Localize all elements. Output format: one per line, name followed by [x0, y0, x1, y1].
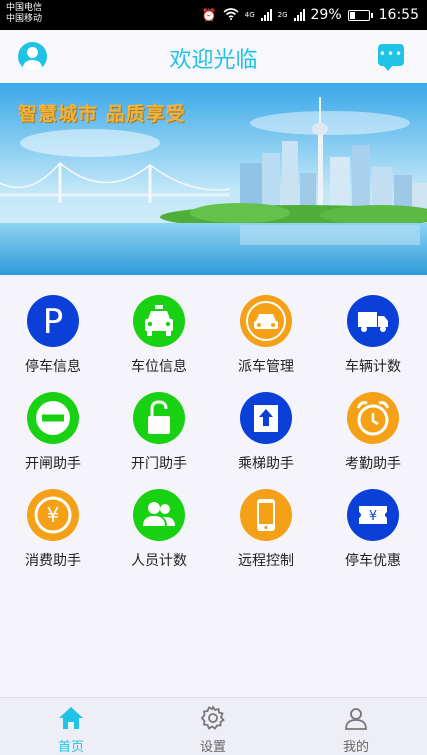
carrier-2: 中国移动 [6, 14, 43, 24]
wifi-icon [223, 7, 239, 23]
elevator-up-icon [240, 392, 292, 444]
grid-item-dispatch[interactable]: 派车管理 [213, 285, 319, 380]
grid-item-parking-info[interactable]: P 停车信息 [0, 285, 106, 380]
signal-icon-2 [293, 9, 305, 21]
status-indicators: ⏰ 4G 2G 29% 16:55 [202, 0, 419, 30]
nav-item-profile[interactable]: 我的 [285, 698, 427, 755]
city-banner[interactable]: 智慧城市 品质享受 [0, 83, 427, 275]
user-profile-icon [342, 704, 370, 732]
clock-time: 16:55 [378, 7, 419, 23]
grid-label: 停车信息 [25, 359, 81, 375]
nav-label: 首页 [57, 740, 84, 755]
svg-text:P: P [43, 302, 64, 342]
grid-item-space-info[interactable]: 车位信息 [106, 285, 212, 380]
carrier-info: 中国电信 中国移动 [6, 3, 42, 25]
nav-item-settings[interactable]: 设置 [142, 698, 284, 755]
taxi-icon [133, 295, 185, 347]
grid-label: 车位信息 [131, 359, 187, 375]
padlock-icon [133, 392, 185, 444]
yuan-coin-icon: ¥ [27, 489, 79, 541]
grid-item-elevator-assistant[interactable]: 乘梯助手 [213, 382, 319, 477]
battery-icon [347, 9, 373, 21]
grid-item-gate-assistant[interactable]: 开闸助手 [0, 382, 106, 477]
battery-percent: 29% [310, 7, 342, 23]
svg-text:¥: ¥ [47, 503, 60, 527]
grid-item-parking-discount[interactable]: ¥ 停车优惠 [320, 479, 426, 574]
grid-label: 开闸助手 [25, 456, 81, 472]
home-icon [57, 704, 85, 732]
parking-icon: P [27, 295, 79, 347]
banner-caption: 智慧城市 品质享受 [18, 103, 186, 125]
grid-label: 消费助手 [25, 553, 81, 569]
alarm-icon: ⏰ [201, 8, 217, 22]
status-bar: 中国电信 中国移动 ⏰ 4G 2G 29% 16:55 [0, 0, 427, 30]
settings-gear-icon [199, 704, 227, 732]
grid-item-vehicle-count[interactable]: 车辆计数 [320, 285, 426, 380]
network-type-1: 4G [244, 11, 255, 19]
grid-item-payment-assistant[interactable]: ¥ 消费助手 [0, 479, 106, 574]
truck-icon [347, 295, 399, 347]
bottom-nav: 首页 设置 我的 [0, 697, 427, 755]
page-title: 欢迎光临 [169, 48, 258, 73]
signal-icon-1 [260, 9, 272, 21]
svg-text:¥: ¥ [369, 509, 377, 524]
car-dispatch-icon [240, 295, 292, 347]
grid-label: 派车管理 [238, 359, 294, 375]
grid-label: 车辆计数 [345, 359, 401, 375]
nav-label: 我的 [342, 740, 369, 755]
no-entry-icon [27, 392, 79, 444]
grid-item-attendance-assistant[interactable]: 考勤助手 [320, 382, 426, 477]
grid-label: 远程控制 [238, 553, 294, 569]
network-type-2: 2G [277, 11, 288, 19]
grid-label: 人员计数 [131, 553, 187, 569]
alarm-clock-icon [347, 392, 399, 444]
carrier-1: 中国电信 [6, 3, 43, 13]
grid-label: 开门助手 [131, 456, 187, 472]
grid-label: 考勤助手 [345, 456, 401, 472]
grid-label: 乘梯助手 [238, 456, 294, 472]
grid-label: 停车优惠 [345, 553, 401, 569]
coupon-icon: ¥ [347, 489, 399, 541]
grid-item-remote-control[interactable]: 远程控制 [213, 479, 319, 574]
smartphone-icon [240, 489, 292, 541]
nav-item-home[interactable]: 首页 [0, 698, 142, 755]
grid-item-door-assistant[interactable]: 开门助手 [106, 382, 212, 477]
app-header: 欢迎光临 ••• [0, 30, 427, 83]
nav-label: 设置 [199, 740, 226, 755]
message-bubble-icon[interactable]: ••• [378, 44, 404, 71]
people-icon [133, 489, 185, 541]
grid-item-people-count[interactable]: 人员计数 [106, 479, 212, 574]
